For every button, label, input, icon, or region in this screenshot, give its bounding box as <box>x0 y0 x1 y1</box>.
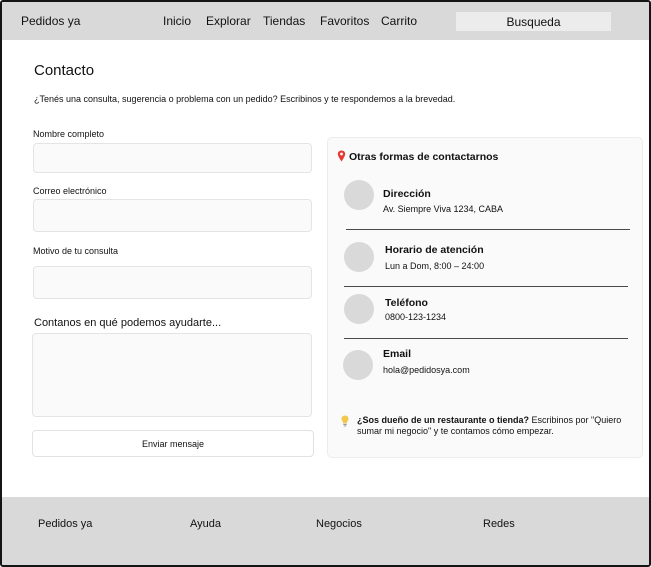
nav-carrito[interactable]: Carrito <box>381 14 417 28</box>
phone-avatar <box>344 294 374 324</box>
brand-logo-text[interactable]: Pedidos ya <box>21 14 80 28</box>
message-textarea[interactable] <box>32 333 312 417</box>
reason-field[interactable] <box>33 266 312 299</box>
email-label: Correo electrónico <box>33 186 107 196</box>
email-avatar <box>343 350 373 380</box>
search-input[interactable]: Busqueda <box>456 12 611 31</box>
address-value: Av. Siempre Viva 1234, CABA <box>383 204 504 214</box>
nav-explorar[interactable]: Explorar <box>206 14 251 28</box>
email-title: Email <box>383 348 412 360</box>
phone-value: 0800-123-1234 <box>385 312 447 322</box>
divider <box>346 229 630 230</box>
business-tip-bold: ¿Sos dueño de un restaurante o tienda? <box>357 415 530 425</box>
page-title: Contacto <box>34 62 95 79</box>
header-bar: Pedidos ya Inicio Explorar Tiendas Favor… <box>2 2 649 40</box>
footer-negocios[interactable]: Negocios <box>316 518 362 530</box>
business-tip: ¿Sos dueño de un restaurante o tienda? E… <box>357 415 637 437</box>
phone-title: Teléfono <box>385 297 428 309</box>
hours-avatar <box>344 242 374 272</box>
contact-panel-title: Otras formas de contactarnos <box>349 151 499 163</box>
divider <box>344 286 628 287</box>
email-value[interactable]: hola@pedidosya.com <box>383 365 470 375</box>
map-pin-icon <box>337 150 346 162</box>
reason-label: Motivo de tu consulta <box>33 246 119 256</box>
name-field[interactable] <box>33 143 312 173</box>
lightbulb-icon <box>341 415 349 427</box>
nav-inicio[interactable]: Inicio <box>163 14 191 28</box>
nav-favoritos[interactable]: Favoritos <box>320 14 369 28</box>
footer: Pedidos ya Ayuda Negocios Redes <box>2 497 649 565</box>
hours-title: Horario de atención <box>385 244 484 256</box>
contact-panel <box>327 137 643 458</box>
page-subtitle: ¿Tenés una consulta, sugerencia o proble… <box>34 94 456 104</box>
app-window: Pedidos ya Inicio Explorar Tiendas Favor… <box>0 0 651 567</box>
footer-ayuda[interactable]: Ayuda <box>190 518 221 530</box>
divider <box>344 338 628 339</box>
footer-brand[interactable]: Pedidos ya <box>38 518 92 530</box>
address-title: Dirección <box>383 188 431 200</box>
nav-tiendas[interactable]: Tiendas <box>263 14 305 28</box>
name-label: Nombre completo <box>33 129 105 139</box>
send-message-button[interactable]: Enviar mensaje <box>32 430 314 457</box>
message-label: Contanos en qué podemos ayudarte... <box>34 317 222 329</box>
hours-value: Lun a Dom, 8:00 – 24:00 <box>385 261 485 271</box>
email-field[interactable] <box>33 199 312 232</box>
address-avatar <box>344 180 374 210</box>
footer-redes[interactable]: Redes <box>483 518 515 530</box>
